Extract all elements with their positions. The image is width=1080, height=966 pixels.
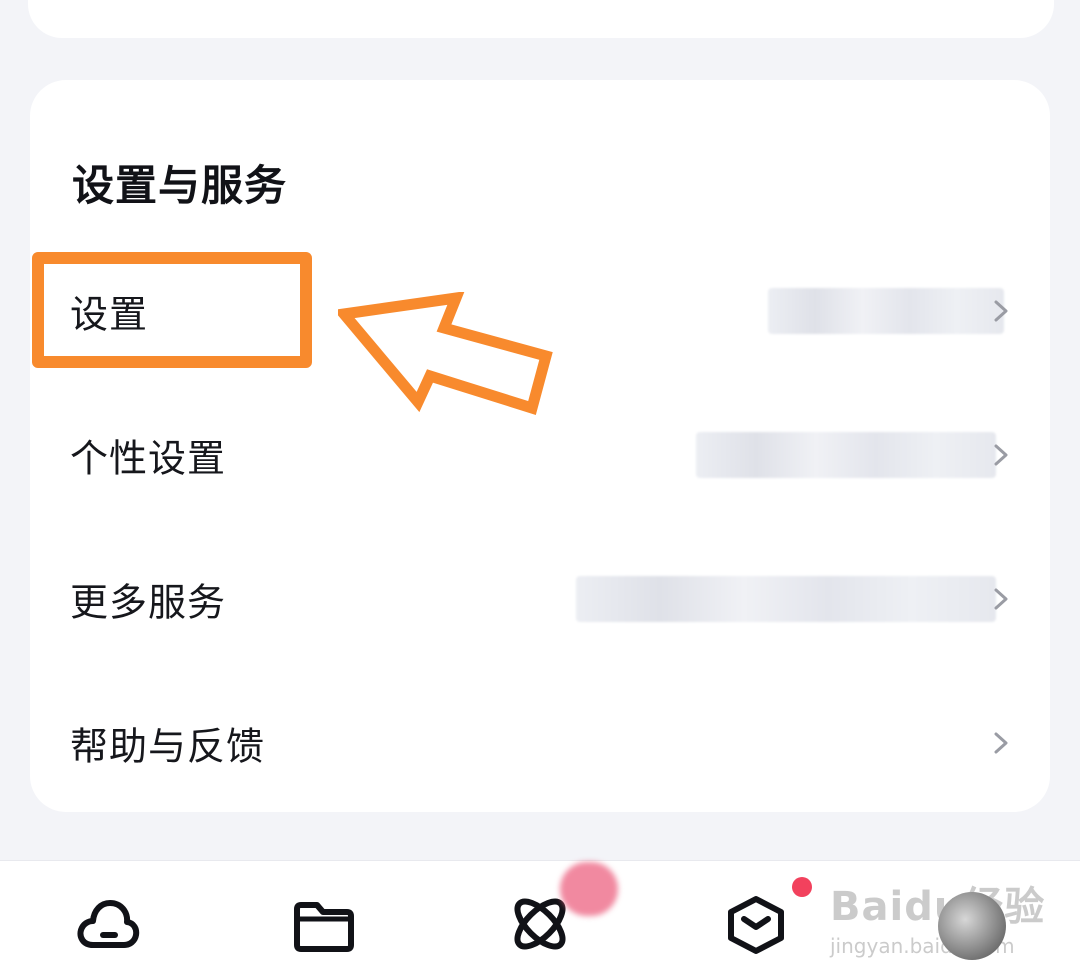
chevron-right-icon [994, 588, 1008, 610]
tab-home[interactable] [72, 891, 144, 957]
folder-icon [294, 902, 354, 952]
previous-card [28, 0, 1054, 38]
highlight-box [32, 252, 312, 368]
menu-item-label: 帮助与反馈 [70, 724, 266, 769]
tab-files[interactable] [288, 891, 360, 957]
tab-apps[interactable] [720, 891, 792, 957]
page: 设置与服务 设置 个性设置 更多服务 帮助与反馈 Baidu经验 jingyan… [0, 0, 1080, 966]
chevron-right-icon [994, 300, 1008, 322]
cloud-icon [77, 900, 140, 948]
blurred-value [576, 576, 996, 622]
arrow-annotation-icon [338, 292, 553, 415]
chevron-right-icon [994, 732, 1008, 754]
watermark: Baidu经验 jingyan.baidu.com [830, 874, 1045, 958]
notification-dot [792, 877, 812, 897]
box-icon [728, 896, 784, 954]
watermark-sub: jingyan.baidu.com [830, 934, 1015, 958]
blurred-value [696, 432, 996, 478]
avatar[interactable] [938, 892, 1006, 960]
menu-item-label: 个性设置 [70, 436, 227, 481]
blurred-value [768, 288, 1004, 334]
chevron-right-icon [994, 444, 1008, 466]
menu-item-help-feedback[interactable]: 帮助与反馈 [30, 688, 1050, 798]
settings-services-card: 设置与服务 设置 个性设置 更多服务 帮助与反馈 [30, 80, 1050, 812]
notification-badge [560, 862, 618, 916]
section-title: 设置与服务 [72, 161, 288, 210]
menu-item-label: 更多服务 [70, 580, 227, 625]
menu-item-more-services[interactable]: 更多服务 [30, 544, 1050, 654]
